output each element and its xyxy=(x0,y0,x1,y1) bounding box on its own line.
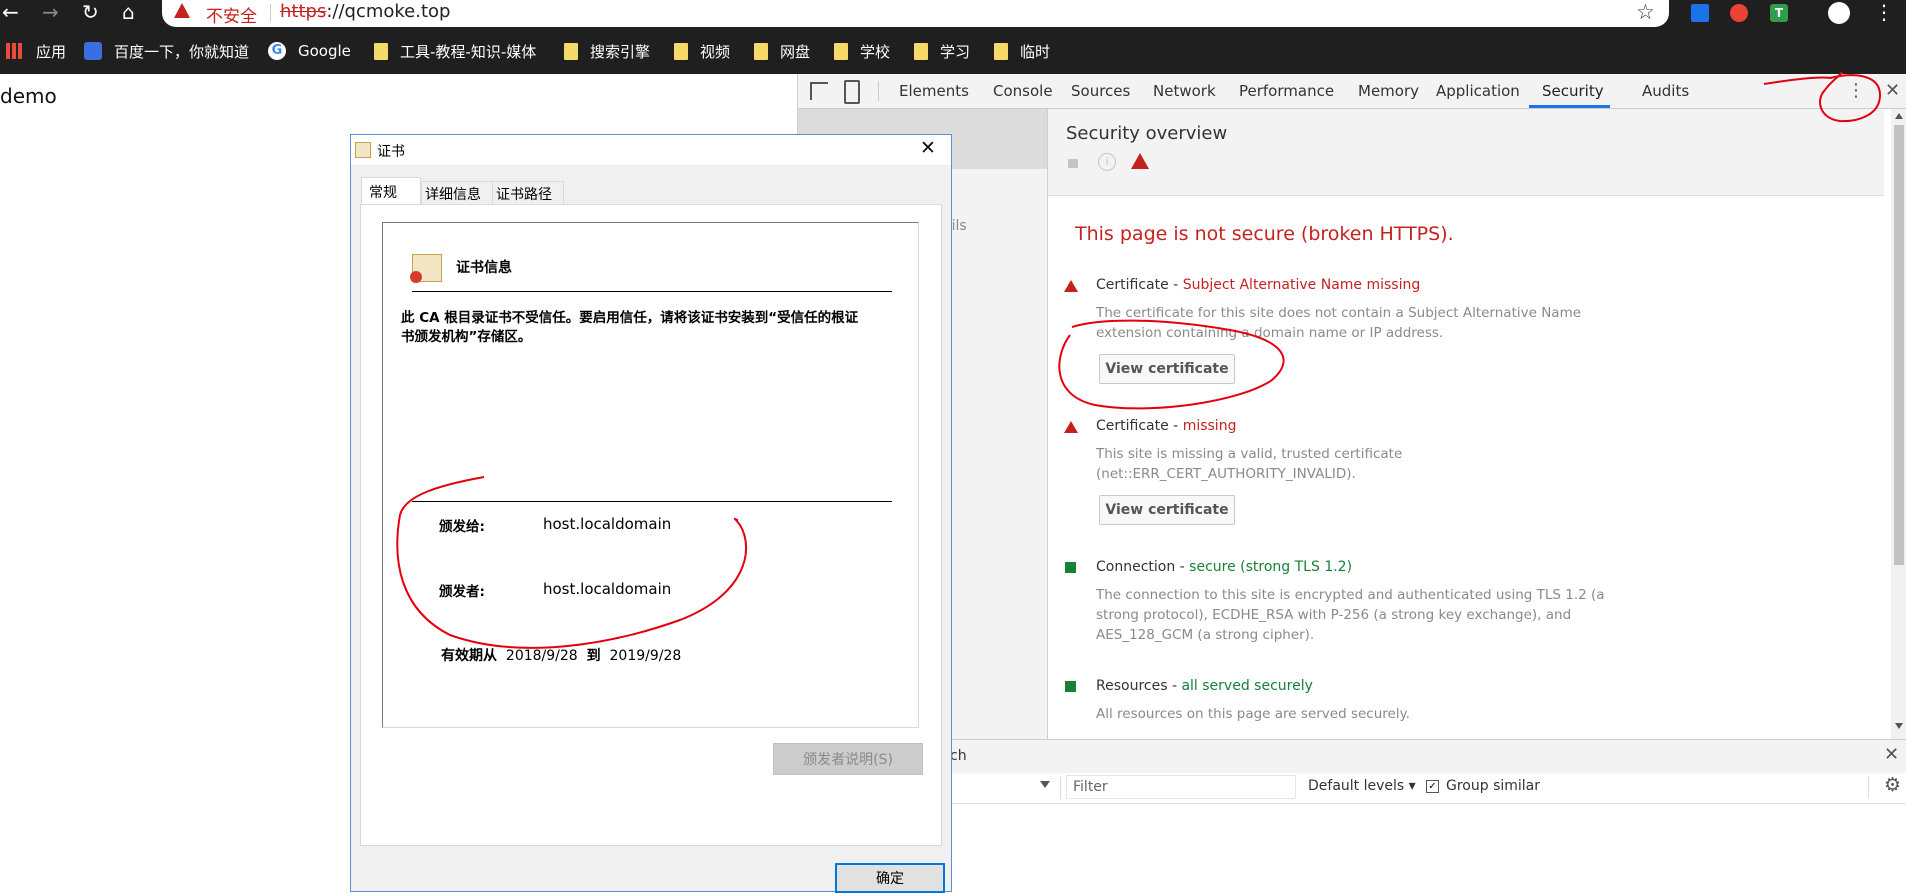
annotation-circle-issued xyxy=(396,476,748,649)
annotation-circle-menu xyxy=(1763,71,1882,123)
red-annotation-overlay xyxy=(396,71,1882,649)
annotation-circle-view-certificate xyxy=(1058,319,1285,410)
